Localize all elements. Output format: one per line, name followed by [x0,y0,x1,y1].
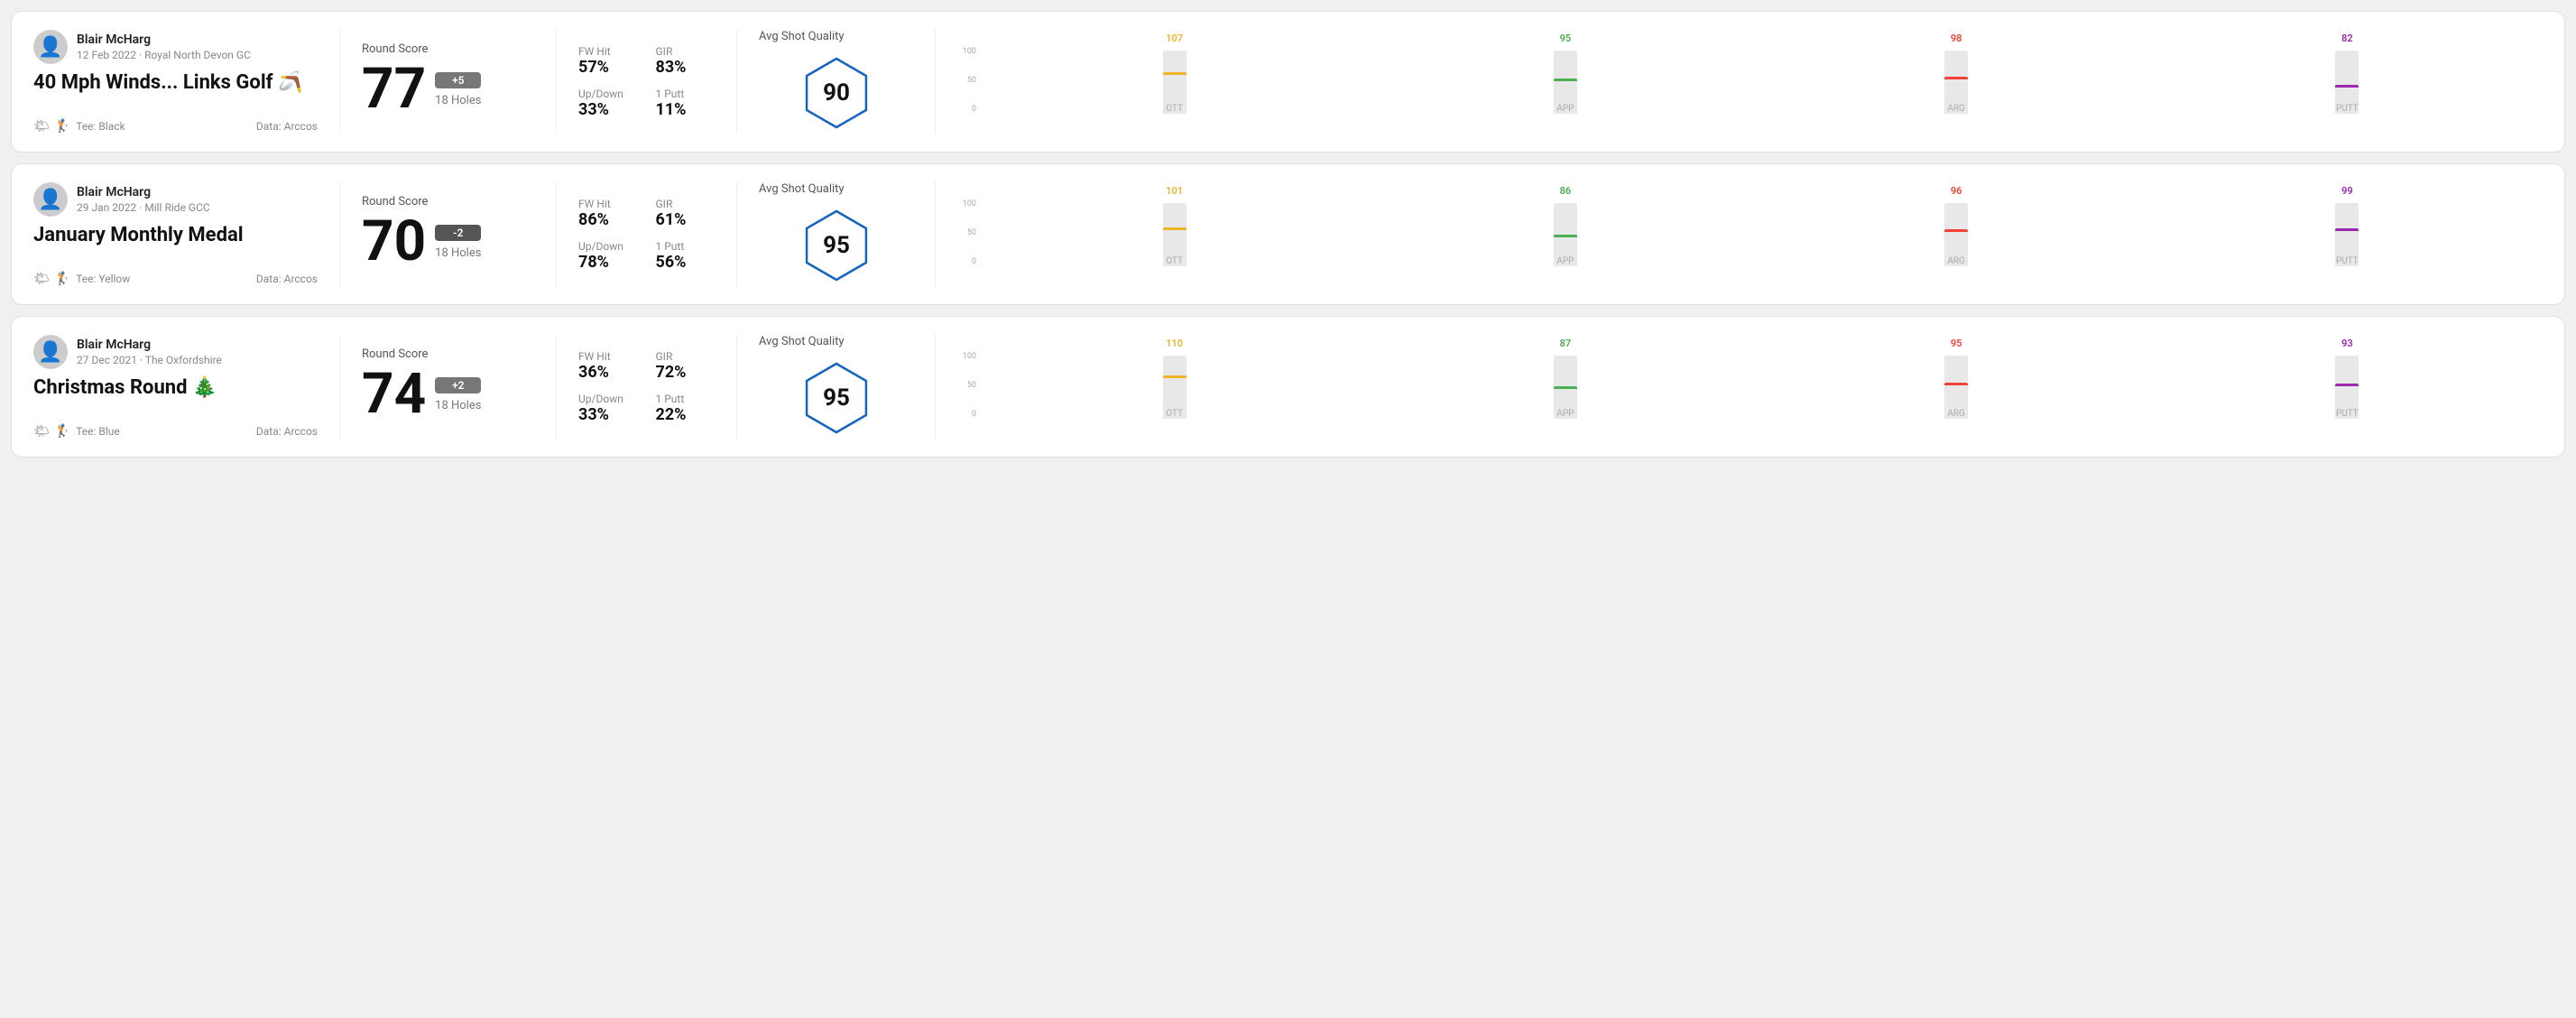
stats-section: FW Hit 36% GIR 72% Up/Down 33% 1 Putt 22… [557,335,737,439]
chart-section: 100 50 0 110 OTT 87 [936,335,2543,439]
updown-stat: Up/Down 78% [578,240,638,272]
quality-label: Avg Shot Quality [759,182,845,196]
chart-bar-putt: 82 PUTT [2152,32,2543,114]
round-left-3: 👤 Blair McHarg 27 Dec 2021 · The Oxfords… [33,335,340,439]
user-name: Blair McHarg [77,338,222,352]
bag-icon: 🏌 [55,424,70,439]
user-name: Blair McHarg [77,32,251,47]
user-meta: 27 Dec 2021 · The Oxfordshire [77,354,222,366]
cloud-icon: 🌤 [33,119,50,134]
chart-bar-arg: 98 ARG [1761,32,2152,114]
gir-stat: GIR 83% [656,45,716,77]
chart-bar-arg: 95 ARG [1761,338,2152,419]
score-label: Round Score [362,347,534,361]
updown-stat: Up/Down 33% [578,393,638,424]
chart-section: 100 50 0 107 OTT 95 [936,30,2543,134]
score-label: Round Score [362,195,534,208]
cloud-icon: 🌤 [33,424,50,439]
oneputt-stat: 1 Putt 11% [656,88,716,119]
user-icon: 👤 [38,36,62,59]
avatar: 👤 [33,182,68,217]
user-info: 👤 Blair McHarg 29 Jan 2022 · Mill Ride G… [33,182,318,217]
score-badge: +2 [435,377,481,393]
score-section: Round Score 70 -2 18 Holes [340,182,557,286]
quality-label: Avg Shot Quality [759,335,845,348]
user-meta: 12 Feb 2022 · Royal North Devon GC [77,49,251,61]
cloud-icon: 🌤 [33,272,50,286]
user-info: 👤 Blair McHarg 12 Feb 2022 · Royal North… [33,30,318,64]
round-title: 40 Mph Winds... Links Golf 🪃 [33,71,318,94]
holes-label: 18 Holes [435,246,481,260]
data-source: Data: Arccos [256,120,318,133]
bag-icon: 🏌 [55,272,70,286]
score-number: 77 [362,61,426,117]
chart-bar-ott: 107 OTT [979,32,1370,114]
chart-bar-putt: 99 PUTT [2152,185,2543,266]
fw-hit-stat: FW Hit 86% [578,198,638,229]
data-source: Data: Arccos [256,273,318,285]
tee-label: Tee: Yellow [76,273,130,285]
svg-text:95: 95 [823,384,850,412]
gir-stat: GIR 61% [656,198,716,229]
user-meta: 29 Jan 2022 · Mill Ride GCC [77,201,210,214]
round-left-1: 👤 Blair McHarg 12 Feb 2022 · Royal North… [33,30,340,134]
chart-bar-ott: 110 OTT [979,338,1370,419]
tee-label: Tee: Black [76,120,125,133]
score-number: 70 [362,214,426,270]
stats-section: FW Hit 57% GIR 83% Up/Down 33% 1 Putt 11… [557,30,737,134]
tee-info: 🌤 🏌 Tee: Black [33,119,125,134]
avatar: 👤 [33,335,68,369]
tee-label: Tee: Blue [76,425,120,438]
chart-bar-arg: 96 ARG [1761,185,2152,266]
fw-hit-stat: FW Hit 57% [578,45,638,77]
tee-info: 🌤 🏌 Tee: Blue [33,424,120,439]
oneputt-stat: 1 Putt 56% [656,240,716,272]
chart-bar-app: 95 APP [1370,32,1760,114]
data-source: Data: Arccos [256,425,318,438]
quality-section: Avg Shot Quality 90 [737,30,936,134]
updown-stat: Up/Down 33% [578,88,638,119]
gir-stat: GIR 72% [656,350,716,382]
stats-section: FW Hit 86% GIR 61% Up/Down 78% 1 Putt 56… [557,182,737,286]
score-section: Round Score 77 +5 18 Holes [340,30,557,134]
holes-label: 18 Holes [435,94,481,107]
fw-hit-stat: FW Hit 36% [578,350,638,382]
quality-label: Avg Shot Quality [759,30,845,43]
score-badge: +5 [435,72,481,88]
bag-icon: 🏌 [55,119,70,134]
round-title: January Monthly Medal [33,224,318,246]
user-info: 👤 Blair McHarg 27 Dec 2021 · The Oxfords… [33,335,318,369]
quality-section: Avg Shot Quality 95 [737,182,936,286]
chart-bar-app: 87 APP [1370,338,1760,419]
hexagon: 90 [796,52,877,134]
oneputt-stat: 1 Putt 22% [656,393,716,424]
tee-info: 🌤 🏌 Tee: Yellow [33,272,130,286]
hexagon: 95 [796,357,877,439]
svg-text:95: 95 [823,232,850,259]
round-left-2: 👤 Blair McHarg 29 Jan 2022 · Mill Ride G… [33,182,340,286]
round-card-2: 👤 Blair McHarg 29 Jan 2022 · Mill Ride G… [11,163,2565,305]
user-icon: 👤 [38,341,62,364]
avatar: 👤 [33,30,68,64]
chart-bar-putt: 93 PUTT [2152,338,2543,419]
user-icon: 👤 [38,189,62,211]
score-number: 74 [362,366,426,422]
score-badge: -2 [435,225,481,241]
svg-text:90: 90 [823,79,850,106]
score-section: Round Score 74 +2 18 Holes [340,335,557,439]
hexagon: 95 [796,205,877,286]
user-name: Blair McHarg [77,185,210,199]
chart-section: 100 50 0 101 OTT 86 [936,182,2543,286]
round-card-3: 👤 Blair McHarg 27 Dec 2021 · The Oxfords… [11,316,2565,458]
score-label: Round Score [362,42,534,56]
chart-bar-ott: 101 OTT [979,185,1370,266]
chart-bar-app: 86 APP [1370,185,1760,266]
round-title: Christmas Round 🎄 [33,376,318,399]
round-card-1: 👤 Blair McHarg 12 Feb 2022 · Royal North… [11,11,2565,153]
holes-label: 18 Holes [435,399,481,412]
quality-section: Avg Shot Quality 95 [737,335,936,439]
